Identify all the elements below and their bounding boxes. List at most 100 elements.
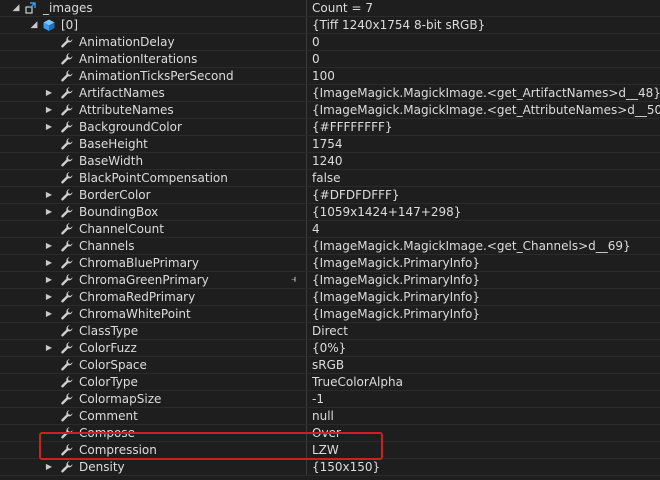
property-row-basewidth[interactable]: BaseWidth 1240 bbox=[0, 153, 660, 170]
property-name: BackgroundColor bbox=[79, 120, 182, 134]
wrench-icon bbox=[61, 87, 73, 99]
property-row-density[interactable]: ▶ Density {150x150} bbox=[0, 459, 660, 476]
wrench-icon bbox=[61, 393, 73, 405]
property-name: ColormapSize bbox=[79, 392, 162, 406]
wrench-icon bbox=[61, 104, 73, 116]
property-row-backgroundcolor[interactable]: ▶ BackgroundColor {#FFFFFFFF} bbox=[0, 119, 660, 136]
expand-arrow-icon[interactable]: ▶ bbox=[43, 306, 55, 322]
property-name: ChromaGreenPrimary bbox=[79, 273, 209, 287]
expand-arrow-icon[interactable]: ▶ bbox=[43, 255, 55, 271]
watch-row-item-0[interactable]: ◢ [0] {Tiff 1240x1754 8-bit sRGB} bbox=[0, 17, 660, 34]
property-name: Comment bbox=[79, 409, 138, 423]
wrench-icon bbox=[61, 291, 73, 303]
expand-arrow-icon[interactable]: ▶ bbox=[43, 340, 55, 356]
wrench-icon bbox=[61, 461, 73, 473]
property-value: {1059x1424+147+298} bbox=[312, 205, 462, 219]
property-value: Over bbox=[312, 426, 341, 440]
collapse-arrow-icon[interactable]: ◢ bbox=[10, 0, 22, 16]
property-name: ChannelCount bbox=[79, 222, 164, 236]
property-name: BoundingBox bbox=[79, 205, 159, 219]
property-value: 1240 bbox=[312, 154, 343, 168]
wrench-icon bbox=[61, 223, 73, 235]
property-value: LZW bbox=[312, 443, 339, 457]
property-row-colortype[interactable]: ColorType TrueColorAlpha bbox=[0, 374, 660, 391]
property-row-colorspace[interactable]: ColorSpace sRGB bbox=[0, 357, 660, 374]
property-name: AnimationTicksPerSecond bbox=[79, 69, 234, 83]
property-row-animationtickspersecond[interactable]: AnimationTicksPerSecond 100 bbox=[0, 68, 660, 85]
wrench-icon bbox=[61, 138, 73, 150]
property-row-channels[interactable]: ▶ Channels {ImageMagick.MagickImage.<get_C… bbox=[0, 238, 660, 255]
wrench-icon bbox=[61, 172, 73, 184]
expand-arrow-icon[interactable]: ▶ bbox=[43, 238, 55, 254]
wrench-icon bbox=[61, 36, 73, 48]
property-value: 0 bbox=[312, 52, 320, 66]
wrench-icon bbox=[61, 427, 73, 439]
property-row-classtype[interactable]: ClassType Direct bbox=[0, 323, 660, 340]
property-row-colormapsize[interactable]: ColormapSize -1 bbox=[0, 391, 660, 408]
expand-arrow-icon[interactable]: ▶ bbox=[43, 187, 55, 203]
property-row-attributenames[interactable]: ▶ AttributeNames {ImageMagick.MagickImage.… bbox=[0, 102, 660, 119]
property-value: {#DFDFDFFF} bbox=[312, 188, 400, 202]
wrench-icon bbox=[61, 257, 73, 269]
property-value: {#FFFFFFFF} bbox=[312, 120, 393, 134]
property-name: ColorType bbox=[79, 375, 138, 389]
cube-icon bbox=[43, 19, 55, 31]
wrench-icon bbox=[61, 410, 73, 422]
property-row-chromagreenprimary[interactable]: ▶ ChromaGreenPrimary ⫣ {ImageMagick.Primary… bbox=[0, 272, 660, 289]
property-name: Density bbox=[79, 460, 125, 474]
collapse-arrow-icon[interactable]: ◢ bbox=[28, 17, 40, 33]
property-row-artifactnames[interactable]: ▶ ArtifactNames {ImageMagick.MagickImage.<… bbox=[0, 85, 660, 102]
property-value: 1754 bbox=[312, 137, 343, 151]
property-row-bordercolor[interactable]: ▶ BorderColor {#DFDFDFFF} bbox=[0, 187, 660, 204]
property-value: {ImageMagick.MagickImage.<get_ArtifactNa… bbox=[312, 86, 660, 100]
property-value: 0 bbox=[312, 35, 320, 49]
property-name: ChromaWhitePoint bbox=[79, 307, 191, 321]
property-name: AnimationDelay bbox=[79, 35, 175, 49]
watch-row-images[interactable]: ◢ _images Count = 7 bbox=[0, 0, 660, 17]
property-name: BaseHeight bbox=[79, 137, 148, 151]
property-row-compose[interactable]: Compose Over bbox=[0, 425, 660, 442]
property-value: TrueColorAlpha bbox=[312, 375, 403, 389]
property-row-animationdelay[interactable]: AnimationDelay 0 bbox=[0, 34, 660, 51]
property-row-animationiterations[interactable]: AnimationIterations 0 bbox=[0, 51, 660, 68]
expand-arrow-icon[interactable]: ▶ bbox=[43, 204, 55, 220]
wrench-icon bbox=[61, 53, 73, 65]
property-name: BorderColor bbox=[79, 188, 151, 202]
property-row-boundingbox[interactable]: ▶ BoundingBox {1059x1424+147+298} bbox=[0, 204, 660, 221]
expand-arrow-icon[interactable]: ▶ bbox=[43, 459, 55, 475]
variable-name: _images bbox=[43, 1, 93, 15]
property-value: {0%} bbox=[312, 341, 347, 355]
property-row-colorfuzz[interactable]: ▶ ColorFuzz {0%} bbox=[0, 340, 660, 357]
pin-icon[interactable]: ⫣ bbox=[291, 272, 297, 288]
wrench-icon bbox=[61, 70, 73, 82]
property-row-comment[interactable]: Comment null bbox=[0, 408, 660, 425]
property-value: false bbox=[312, 171, 341, 185]
property-name: ColorFuzz bbox=[79, 341, 137, 355]
property-row-blackpointcompensation[interactable]: BlackPointCompensation false bbox=[0, 170, 660, 187]
property-row-compression[interactable]: Compression LZW bbox=[0, 442, 660, 459]
property-row-chromablueprimary[interactable]: ▶ ChromaBluePrimary {ImageMagick.PrimaryIn… bbox=[0, 255, 660, 272]
property-row-chromaredprimary[interactable]: ▶ ChromaRedPrimary {ImageMagick.PrimaryInf… bbox=[0, 289, 660, 306]
property-name: Compose bbox=[79, 426, 136, 440]
expand-arrow-icon[interactable]: ▶ bbox=[43, 85, 55, 101]
property-value: 4 bbox=[312, 222, 320, 236]
expand-arrow-icon[interactable]: ▶ bbox=[43, 102, 55, 118]
property-name: BlackPointCompensation bbox=[79, 171, 228, 185]
property-name: BaseWidth bbox=[79, 154, 144, 168]
property-value: {150x150} bbox=[312, 460, 381, 474]
property-name: Channels bbox=[79, 239, 135, 253]
wrench-icon bbox=[61, 325, 73, 337]
property-value: {ImageMagick.PrimaryInfo} bbox=[312, 256, 480, 270]
property-row-channelcount[interactable]: ChannelCount 4 bbox=[0, 221, 660, 238]
property-row-chromawhitepoint[interactable]: ▶ ChromaWhitePoint {ImageMagick.PrimaryInf… bbox=[0, 306, 660, 323]
property-value: null bbox=[312, 409, 334, 423]
wrench-icon bbox=[61, 376, 73, 388]
wrench-icon bbox=[61, 308, 73, 320]
expand-arrow-icon[interactable]: ▶ bbox=[43, 272, 55, 288]
expand-arrow-icon[interactable]: ▶ bbox=[43, 289, 55, 305]
wrench-icon bbox=[61, 342, 73, 354]
property-row-baseheight[interactable]: BaseHeight 1754 bbox=[0, 136, 660, 153]
property-name: ColorSpace bbox=[79, 358, 147, 372]
expand-arrow-icon[interactable]: ▶ bbox=[43, 119, 55, 135]
property-name: ClassType bbox=[79, 324, 139, 338]
